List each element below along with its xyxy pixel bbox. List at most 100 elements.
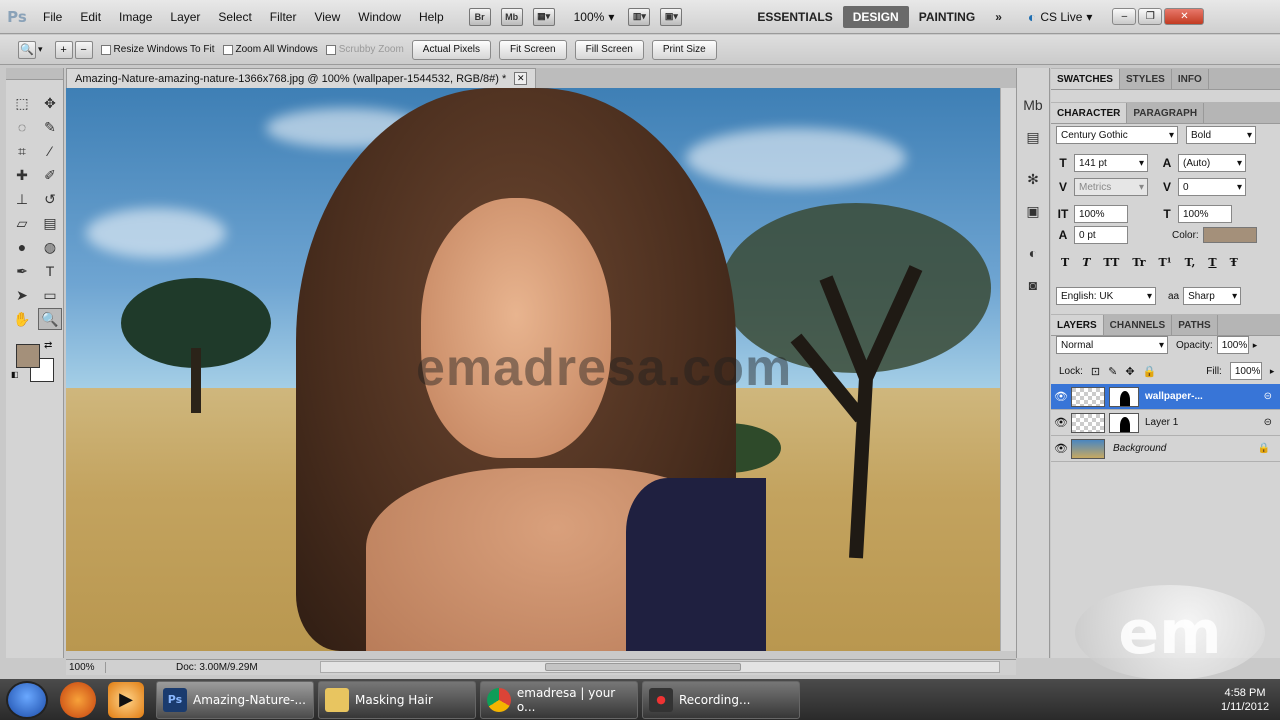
subscript-button[interactable]: T,	[1185, 256, 1196, 269]
tracking-field[interactable]: 0	[1178, 178, 1246, 196]
screen-mode-button[interactable]: ▣▾	[660, 7, 683, 26]
bridge-button[interactable]: Br	[468, 7, 491, 26]
faux-italic-button[interactable]: T	[1082, 256, 1090, 269]
dodge-tool-icon[interactable]: ◍	[38, 236, 62, 258]
baseline-shift-field[interactable]: 0 pt	[1074, 226, 1128, 244]
anti-alias-dropdown[interactable]: Sharp	[1183, 287, 1242, 305]
history-icon[interactable]: ▤	[1022, 126, 1044, 148]
zoom-tool-preset-icon[interactable]: 🔍	[18, 40, 36, 59]
language-dropdown[interactable]: English: UK	[1056, 287, 1156, 305]
lock-all-icon[interactable]: 🔒	[1143, 365, 1157, 378]
shape-tool-icon[interactable]: ▭	[38, 284, 62, 306]
menu-window[interactable]: Window	[349, 0, 410, 34]
document-canvas[interactable]: emadresa.com	[66, 88, 1000, 651]
faux-bold-button[interactable]: T	[1061, 256, 1069, 269]
minimize-button[interactable]: –	[1112, 8, 1137, 25]
adjustments-icon[interactable]: ◐	[1022, 242, 1044, 264]
layer-row[interactable]: 👁 Layer 1 ⊝	[1051, 410, 1280, 436]
font-size-field[interactable]: 141 pt	[1074, 154, 1148, 172]
underline-button[interactable]: T	[1208, 256, 1216, 269]
fill-screen-button[interactable]: Fill Screen	[574, 39, 644, 60]
workspace-essentials[interactable]: ESSENTIALS	[747, 6, 842, 28]
close-button[interactable]: ✕	[1164, 8, 1205, 25]
taskbar-chrome[interactable]: emadresa | your o...	[480, 680, 638, 719]
eye-icon[interactable]: 👁	[1051, 390, 1071, 403]
all-caps-button[interactable]: TT	[1103, 256, 1119, 269]
gradient-tool-icon[interactable]: ▤	[38, 212, 62, 234]
history-brush-tool-icon[interactable]: ↺	[38, 188, 62, 210]
brush-presets-icon[interactable]: ✻	[1022, 168, 1044, 190]
menu-help[interactable]: Help	[410, 0, 453, 34]
move-tool-icon[interactable]: ✥	[38, 92, 62, 114]
tab-paths[interactable]: PATHS	[1172, 315, 1218, 335]
zoom-out-icon[interactable]: −	[74, 40, 93, 59]
tools-panel-header[interactable]	[6, 68, 63, 80]
menu-select[interactable]: Select	[209, 0, 260, 34]
eraser-tool-icon[interactable]: ▱	[10, 212, 34, 234]
start-button[interactable]	[6, 680, 48, 719]
zoom-tool-icon[interactable]: 🔍	[38, 308, 62, 330]
leading-field[interactable]: (Auto)	[1178, 154, 1246, 172]
restore-button[interactable]: ❐	[1138, 8, 1163, 25]
pen-tool-icon[interactable]: ✒	[10, 260, 34, 282]
swap-colors-icon[interactable]: ⇄	[44, 340, 52, 351]
chevron-right-icon[interactable]: ▸	[1270, 366, 1275, 377]
tab-styles[interactable]: STYLES	[1120, 69, 1172, 89]
clone-stamp-tool-icon[interactable]: ⊥	[10, 188, 34, 210]
tab-paragraph[interactable]: PARAGRAPH	[1127, 103, 1205, 123]
menu-layer[interactable]: Layer	[161, 0, 209, 34]
menu-filter[interactable]: Filter	[261, 0, 306, 34]
zoom-in-icon[interactable]: +	[54, 40, 73, 59]
menu-image[interactable]: Image	[110, 0, 161, 34]
fit-screen-button[interactable]: Fit Screen	[499, 39, 567, 60]
layer-row[interactable]: 👁 wallpaper-... ⊝	[1051, 384, 1280, 410]
chevron-down-icon[interactable]: ▾	[38, 44, 43, 55]
system-clock[interactable]: 4:58 PM 1/11/2012	[1210, 686, 1280, 714]
doc-size-info[interactable]: Doc: 3.00M/9.29M	[176, 662, 258, 673]
scroll-thumb[interactable]	[545, 663, 741, 671]
clone-source-icon[interactable]: ▣	[1022, 200, 1044, 222]
quick-selection-tool-icon[interactable]: ✎	[38, 116, 62, 138]
close-icon[interactable]: ✕	[514, 72, 528, 85]
tab-swatches[interactable]: SWATCHES	[1051, 69, 1120, 89]
cs-live-button[interactable]: ◐ CS Live ▾	[1028, 9, 1093, 25]
mini-bridge-icon[interactable]: Mb	[1022, 94, 1044, 116]
kerning-field[interactable]: Metrics	[1074, 178, 1148, 196]
actual-pixels-button[interactable]: Actual Pixels	[411, 39, 492, 60]
media-player-icon[interactable]: ▶	[108, 681, 144, 718]
lock-image-icon[interactable]: ✎	[1108, 365, 1117, 378]
default-colors-icon[interactable]: ◧	[11, 370, 19, 379]
taskbar-explorer[interactable]: Masking Hair	[318, 680, 476, 719]
superscript-button[interactable]: T¹	[1159, 256, 1172, 269]
menu-file[interactable]: File	[34, 0, 71, 34]
blend-mode-dropdown[interactable]: Normal	[1056, 336, 1168, 354]
opacity-field[interactable]: 100%	[1216, 336, 1249, 354]
tab-info[interactable]: INFO	[1172, 69, 1209, 89]
lasso-tool-icon[interactable]: ◌	[10, 116, 34, 138]
workspace-painting[interactable]: PAINTING	[909, 6, 985, 28]
small-caps-button[interactable]: Tr	[1132, 256, 1145, 269]
taskbar-recorder[interactable]: ● Recording...	[642, 680, 800, 719]
canvas-horizontal-scrollbar[interactable]	[320, 661, 1000, 673]
workspace-design[interactable]: DESIGN	[842, 5, 909, 28]
eye-icon[interactable]: 👁	[1051, 442, 1071, 455]
print-size-button[interactable]: Print Size	[651, 39, 717, 60]
hand-tool-icon[interactable]: ✋	[10, 308, 34, 330]
masks-icon[interactable]: ◙	[1022, 274, 1044, 296]
layer-mask-thumbnail[interactable]	[1109, 386, 1139, 407]
strikethrough-button[interactable]: Ŧ	[1230, 256, 1238, 269]
blur-tool-icon[interactable]: ●	[10, 236, 34, 258]
layer-row[interactable]: 👁 Background 🔒	[1051, 436, 1280, 462]
font-style-dropdown[interactable]: Bold	[1186, 126, 1256, 144]
document-tab[interactable]: Amazing-Nature-amazing-nature-1366x768.j…	[66, 68, 537, 88]
zoom-all-windows-checkbox[interactable]: Zoom All Windows	[222, 44, 318, 55]
menu-edit[interactable]: Edit	[71, 0, 110, 34]
path-selection-tool-icon[interactable]: ➤	[10, 284, 34, 306]
scrubby-zoom-checkbox[interactable]: Scrubby Zoom	[325, 44, 404, 55]
view-extras-button[interactable]: ▦▾	[532, 7, 555, 26]
crop-tool-icon[interactable]: ⌗	[10, 140, 34, 162]
firefox-icon[interactable]	[60, 681, 96, 718]
vertical-scale-field[interactable]: 100%	[1074, 205, 1128, 223]
tab-character[interactable]: CHARACTER	[1051, 103, 1128, 123]
zoom-level-dropdown[interactable]: 100% ▾	[574, 10, 615, 24]
